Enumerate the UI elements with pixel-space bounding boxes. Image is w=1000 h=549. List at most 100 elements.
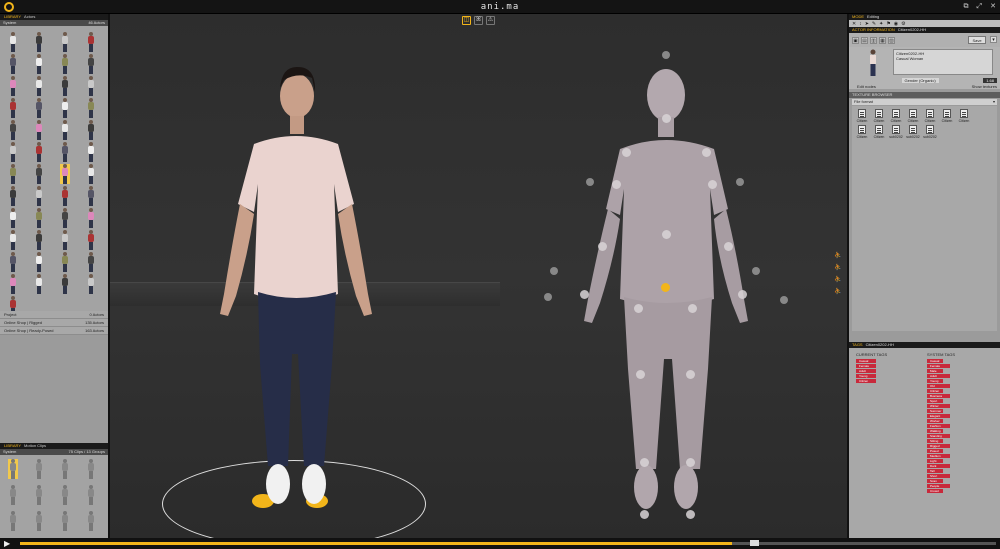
motion-clip-thumbnail[interactable] xyxy=(60,511,70,531)
actor-thumbnail[interactable] xyxy=(34,274,44,294)
joint-right-ankle[interactable] xyxy=(686,458,695,467)
actor-tool-1-icon[interactable]: ▣ xyxy=(852,36,859,44)
actor-thumbnail[interactable] xyxy=(86,76,96,96)
joint-left-elbow[interactable] xyxy=(598,242,607,251)
texture-file-item[interactable]: Citizen xyxy=(923,109,937,123)
actor-thumbnail[interactable] xyxy=(34,230,44,250)
actor-thumbnail[interactable] xyxy=(86,54,96,74)
textured-actor-figure[interactable] xyxy=(196,64,396,524)
tag-chip[interactable]: Sport xyxy=(927,399,943,403)
tag-chip[interactable]: Worker xyxy=(927,419,943,423)
actor-thumbnail[interactable] xyxy=(86,98,96,118)
joint-left-hip[interactable] xyxy=(634,304,643,313)
expand-icon[interactable]: ▾ xyxy=(990,36,997,43)
actor-thumbnail[interactable] xyxy=(8,208,18,228)
joint-right-shoulder[interactable] xyxy=(702,148,711,157)
actor-thumbnail[interactable] xyxy=(8,98,18,118)
tag-chip[interactable]: Rigged xyxy=(927,444,950,448)
motion-clip-thumbnail[interactable] xyxy=(86,485,96,505)
bulb-tool-icon[interactable]: ✦ xyxy=(879,21,883,27)
motion-clip-thumbnail[interactable] xyxy=(60,485,70,505)
actor-thumbnail[interactable] xyxy=(34,142,44,162)
actor-thumbnail[interactable] xyxy=(86,230,96,250)
actor-thumbnail[interactable] xyxy=(86,142,96,162)
actor-thumbnail[interactable] xyxy=(86,208,96,228)
joint-left-toe[interactable] xyxy=(640,510,649,519)
actor-thumbnail[interactable] xyxy=(8,142,18,162)
library-section-project[interactable]: Project 0 Actors xyxy=(0,311,108,319)
actor-thumbnail[interactable] xyxy=(60,252,70,272)
close-window-icon[interactable]: ✕ xyxy=(990,3,996,10)
actor-thumbnail[interactable] xyxy=(60,164,70,184)
gender-select[interactable]: Gender (Organic) xyxy=(901,78,939,83)
tag-chip[interactable]: Standing xyxy=(927,434,950,438)
height-field[interactable]: 1.68 xyxy=(983,78,997,83)
tag-chip[interactable]: Sitting xyxy=(927,439,943,443)
actor-thumbnail[interactable] xyxy=(8,76,18,96)
tag-chip[interactable]: Casual xyxy=(856,359,876,363)
joint-left-wrist[interactable] xyxy=(580,290,589,299)
joint-right-hip[interactable] xyxy=(688,304,697,313)
warning-icon[interactable]: ⚠ xyxy=(486,16,495,25)
tag-chip[interactable]: Casual xyxy=(927,359,943,363)
actor-thumbnail[interactable] xyxy=(8,186,18,206)
tag-chip[interactable]: Short xyxy=(927,474,950,478)
timeline-track[interactable] xyxy=(20,540,996,546)
tag-chip[interactable]: Old xyxy=(927,384,950,388)
pose-tool-3-icon[interactable]: ⛹ xyxy=(834,276,841,283)
tag-chip[interactable]: Medium xyxy=(927,454,950,458)
actor-thumbnail[interactable] xyxy=(8,296,18,311)
actor-thumbnail[interactable] xyxy=(34,32,44,52)
show-textures-toggle[interactable]: Show textures xyxy=(972,84,997,89)
brush-tool-icon[interactable]: ✎ xyxy=(872,21,876,27)
tag-chip[interactable]: Adult xyxy=(856,369,876,373)
motion-clip-thumbnail[interactable] xyxy=(34,459,44,479)
play-icon[interactable]: ▶ xyxy=(4,539,10,548)
tag-chip[interactable]: Scan xyxy=(927,479,943,483)
eye-tool-icon[interactable]: ◉ xyxy=(894,21,898,27)
actor-name-box[interactable]: Citizen0202-HH Casual Woman xyxy=(893,49,993,75)
motion-clip-thumbnail[interactable] xyxy=(34,511,44,531)
motion-clip-thumbnail[interactable] xyxy=(8,511,18,531)
tag-chip[interactable]: Posed xyxy=(927,449,943,453)
library-section-rigged[interactable]: Online Shop | Rigged 135 Actors xyxy=(0,319,108,327)
actor-tool-4-icon[interactable]: ▦ xyxy=(879,36,886,44)
skeleton-icon[interactable]: ꕤ xyxy=(474,16,483,25)
pose-tool-icon[interactable]: ⛹ xyxy=(834,252,841,259)
joint-head[interactable] xyxy=(662,114,671,123)
actor-thumbnail[interactable] xyxy=(34,120,44,140)
actor-thumbnail[interactable] xyxy=(34,54,44,74)
actor-thumbnail[interactable] xyxy=(8,252,18,272)
actor-thumbnail[interactable] xyxy=(8,230,18,250)
joint-left-upper-arm[interactable] xyxy=(612,180,621,189)
texture-file-item[interactable]: sub0202 xyxy=(923,125,937,139)
actor-thumbnail[interactable] xyxy=(86,252,96,272)
tag-tool-icon[interactable]: ⚑ xyxy=(886,21,890,27)
tag-chip[interactable]: Business xyxy=(927,394,950,398)
joint-right-elbow[interactable] xyxy=(724,242,733,251)
actor-thumbnail[interactable] xyxy=(60,98,70,118)
tag-chip[interactable]: Walking xyxy=(927,429,943,433)
actor-thumbnail[interactable] xyxy=(86,120,96,140)
tag-chip[interactable]: Young xyxy=(856,374,876,378)
restore-window-icon[interactable]: ⧉ xyxy=(964,3,969,10)
tag-chip[interactable]: Crowd xyxy=(927,489,943,493)
joint-left-elbow-pole[interactable] xyxy=(586,178,594,186)
joint-right-hand-pole[interactable] xyxy=(752,267,760,275)
texture-file-item[interactable]: Citizen xyxy=(872,109,886,123)
motion-clip-thumbnail[interactable] xyxy=(60,459,70,479)
tag-chip[interactable]: Fashion xyxy=(927,424,950,428)
move-tool-icon[interactable]: ↕ xyxy=(859,21,862,27)
actor-thumbnail[interactable] xyxy=(60,208,70,228)
actor-thumbnail[interactable] xyxy=(34,208,44,228)
motion-clip-thumbnail[interactable] xyxy=(34,485,44,505)
joint-left-knee[interactable] xyxy=(636,370,645,379)
actor-thumbnail[interactable] xyxy=(60,142,70,162)
tag-chip[interactable]: Tall xyxy=(927,469,943,473)
joint-right-toe[interactable] xyxy=(686,510,695,519)
render-mode-icon[interactable]: ◫ xyxy=(462,16,471,25)
actor-thumbnail[interactable] xyxy=(86,274,96,294)
actor-thumbnail[interactable] xyxy=(8,32,18,52)
actor-thumbnail[interactable] xyxy=(34,98,44,118)
texture-file-item[interactable]: Citizen xyxy=(872,125,886,139)
